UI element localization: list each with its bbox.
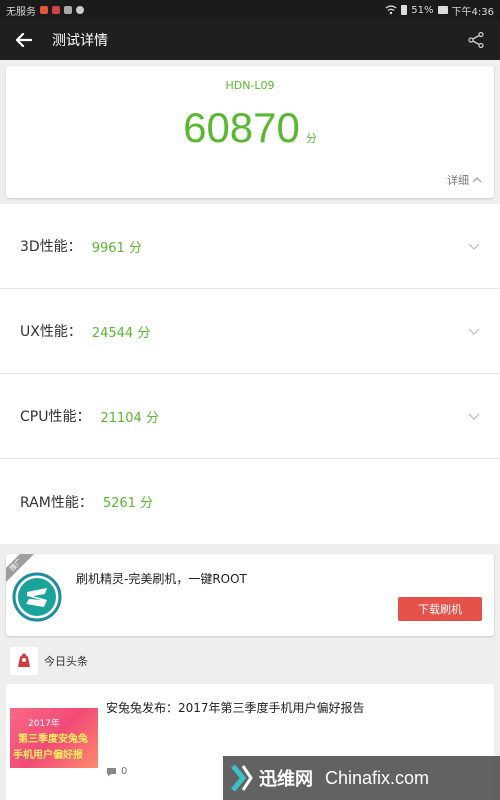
- metric-row-ram: RAM性能： 5261 分: [0, 459, 500, 544]
- battery-icon: [401, 5, 408, 15]
- metrics-list: 3D性能： 9961 分 UX性能： 24544 分 CPU性能： 21104 …: [0, 204, 500, 544]
- status-right: 51% 下午4:36: [385, 3, 494, 18]
- thumb-text: 第三季度安兔兔: [18, 734, 88, 745]
- metric-value: 9961 分: [91, 240, 142, 256]
- app-notification-icon: [40, 6, 48, 14]
- ad-title: 刷机精灵-完美刷机，一键ROOT: [76, 572, 247, 586]
- wifi-icon: [385, 5, 397, 15]
- metric-row-cpu[interactable]: CPU性能： 21104 分: [0, 374, 500, 459]
- comment-icon: [107, 767, 116, 776]
- metric-value: 5261 分: [102, 496, 154, 511]
- metric-label: 3D性能：: [20, 239, 82, 255]
- detail-label: 详细: [447, 174, 469, 187]
- thumb-text: 手机用户偏好报: [13, 750, 83, 761]
- sim-icon: [64, 6, 72, 14]
- comment-count-value: 0: [121, 766, 128, 777]
- ad-card[interactable]: 推广 刷机精灵-完美刷机，一键ROOT 下载刷机: [6, 554, 494, 636]
- news-thumbnail: 2017年 第三季度安兔兔 手机用户偏好报: [10, 708, 98, 768]
- metric-row-3d[interactable]: 3D性能： 9961 分: [0, 204, 500, 289]
- watermark-logo-icon: [231, 764, 253, 792]
- toutiao-logo-icon: [10, 647, 38, 675]
- chevron-down-icon: [468, 243, 480, 250]
- score-unit: 分: [305, 132, 317, 145]
- battery-text: 51%: [411, 4, 434, 16]
- metric-value: 21104 分: [100, 410, 159, 426]
- detail-toggle[interactable]: 详细: [447, 172, 482, 188]
- status-bar: 无服务 51% 下午4:36: [0, 0, 500, 20]
- message-icon: [437, 6, 448, 14]
- page-title: 测试详情: [52, 33, 108, 49]
- metric-label: UX性能：: [20, 324, 82, 340]
- news-source-header: 今日头条: [0, 644, 500, 678]
- metric-value: 24544 分: [91, 325, 151, 341]
- metric-row-ux[interactable]: UX性能： 24544 分: [0, 289, 500, 374]
- news-source-name: 今日头条: [44, 655, 88, 668]
- back-arrow-icon[interactable]: [12, 28, 36, 52]
- comment-count[interactable]: 0: [106, 766, 127, 777]
- chevron-down-icon: [468, 328, 480, 335]
- score-value: 60870: [183, 104, 300, 151]
- user-icon: [76, 6, 84, 14]
- share-icon[interactable]: [464, 28, 488, 52]
- status-left: 无服务: [6, 3, 84, 18]
- watermark: 迅维网 Chinafix.com: [223, 756, 500, 800]
- score-card: HDN-L09 60870 分 详细: [6, 66, 494, 198]
- app-logo-icon: [12, 572, 62, 622]
- watermark-cn: 迅维网: [259, 769, 313, 790]
- metric-label: CPU性能：: [20, 409, 91, 425]
- device-model: HDN-L09: [225, 79, 275, 92]
- app-bar: 测试详情: [0, 20, 500, 60]
- total-score: 60870 分: [6, 104, 494, 152]
- carrier-text: 无服务: [6, 6, 36, 18]
- news-title: 安兔兔发布：2017年第三季度手机用户偏好报告: [106, 701, 365, 715]
- chevron-up-icon: [472, 177, 482, 183]
- download-button[interactable]: 下载刷机: [398, 597, 482, 621]
- thumb-text: 2017年: [28, 719, 60, 729]
- app-notification-icon: [52, 6, 60, 14]
- chevron-down-icon: [468, 413, 480, 420]
- metric-label: RAM性能：: [20, 494, 93, 511]
- watermark-en: Chinafix.com: [325, 767, 430, 788]
- clock-text: 下午4:36: [451, 6, 494, 18]
